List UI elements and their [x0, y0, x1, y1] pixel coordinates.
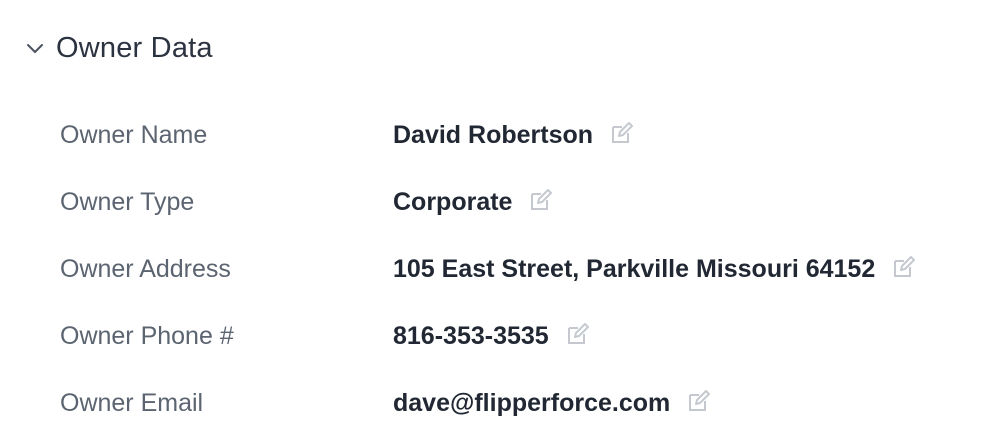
edit-icon[interactable]	[528, 187, 554, 213]
field-row-owner-type: Owner Type Corporate	[60, 169, 960, 236]
field-value-owner-address: 105 East Street, Parkville Missouri 6415…	[393, 255, 876, 283]
section-header-owner-data[interactable]: Owner Data	[24, 26, 213, 70]
field-value-wrap: 816-353-3535	[393, 322, 591, 351]
chevron-down-icon[interactable]	[24, 37, 46, 59]
field-value-wrap: dave@flipperforce.com	[393, 389, 712, 418]
field-value-owner-phone: 816-353-3535	[393, 322, 549, 350]
owner-fields: Owner Name David Robertson Owner Type Co…	[60, 102, 960, 437]
section-title: Owner Data	[56, 31, 213, 64]
edit-icon[interactable]	[565, 321, 591, 347]
field-label: Owner Address	[60, 255, 231, 283]
edit-icon[interactable]	[609, 120, 635, 146]
field-label: Owner Name	[60, 121, 208, 149]
field-value-wrap: Corporate	[393, 188, 554, 217]
field-row-owner-address: Owner Address 105 East Street, Parkville…	[60, 236, 960, 303]
field-row-owner-name: Owner Name David Robertson	[60, 102, 960, 169]
field-row-owner-phone: Owner Phone # 816-353-3535	[60, 303, 960, 370]
edit-icon[interactable]	[686, 388, 712, 414]
field-label: Owner Phone #	[60, 322, 234, 350]
field-value-owner-email: dave@flipperforce.com	[393, 389, 671, 417]
edit-icon[interactable]	[891, 254, 917, 280]
field-value-wrap: David Robertson	[393, 121, 635, 150]
field-row-owner-email: Owner Email dave@flipperforce.com	[60, 370, 960, 437]
field-value-owner-name: David Robertson	[393, 121, 594, 149]
field-value-wrap: 105 East Street, Parkville Missouri 6415…	[393, 255, 917, 284]
field-label: Owner Email	[60, 389, 204, 417]
field-label: Owner Type	[60, 188, 195, 216]
field-value-owner-type: Corporate	[393, 188, 513, 216]
